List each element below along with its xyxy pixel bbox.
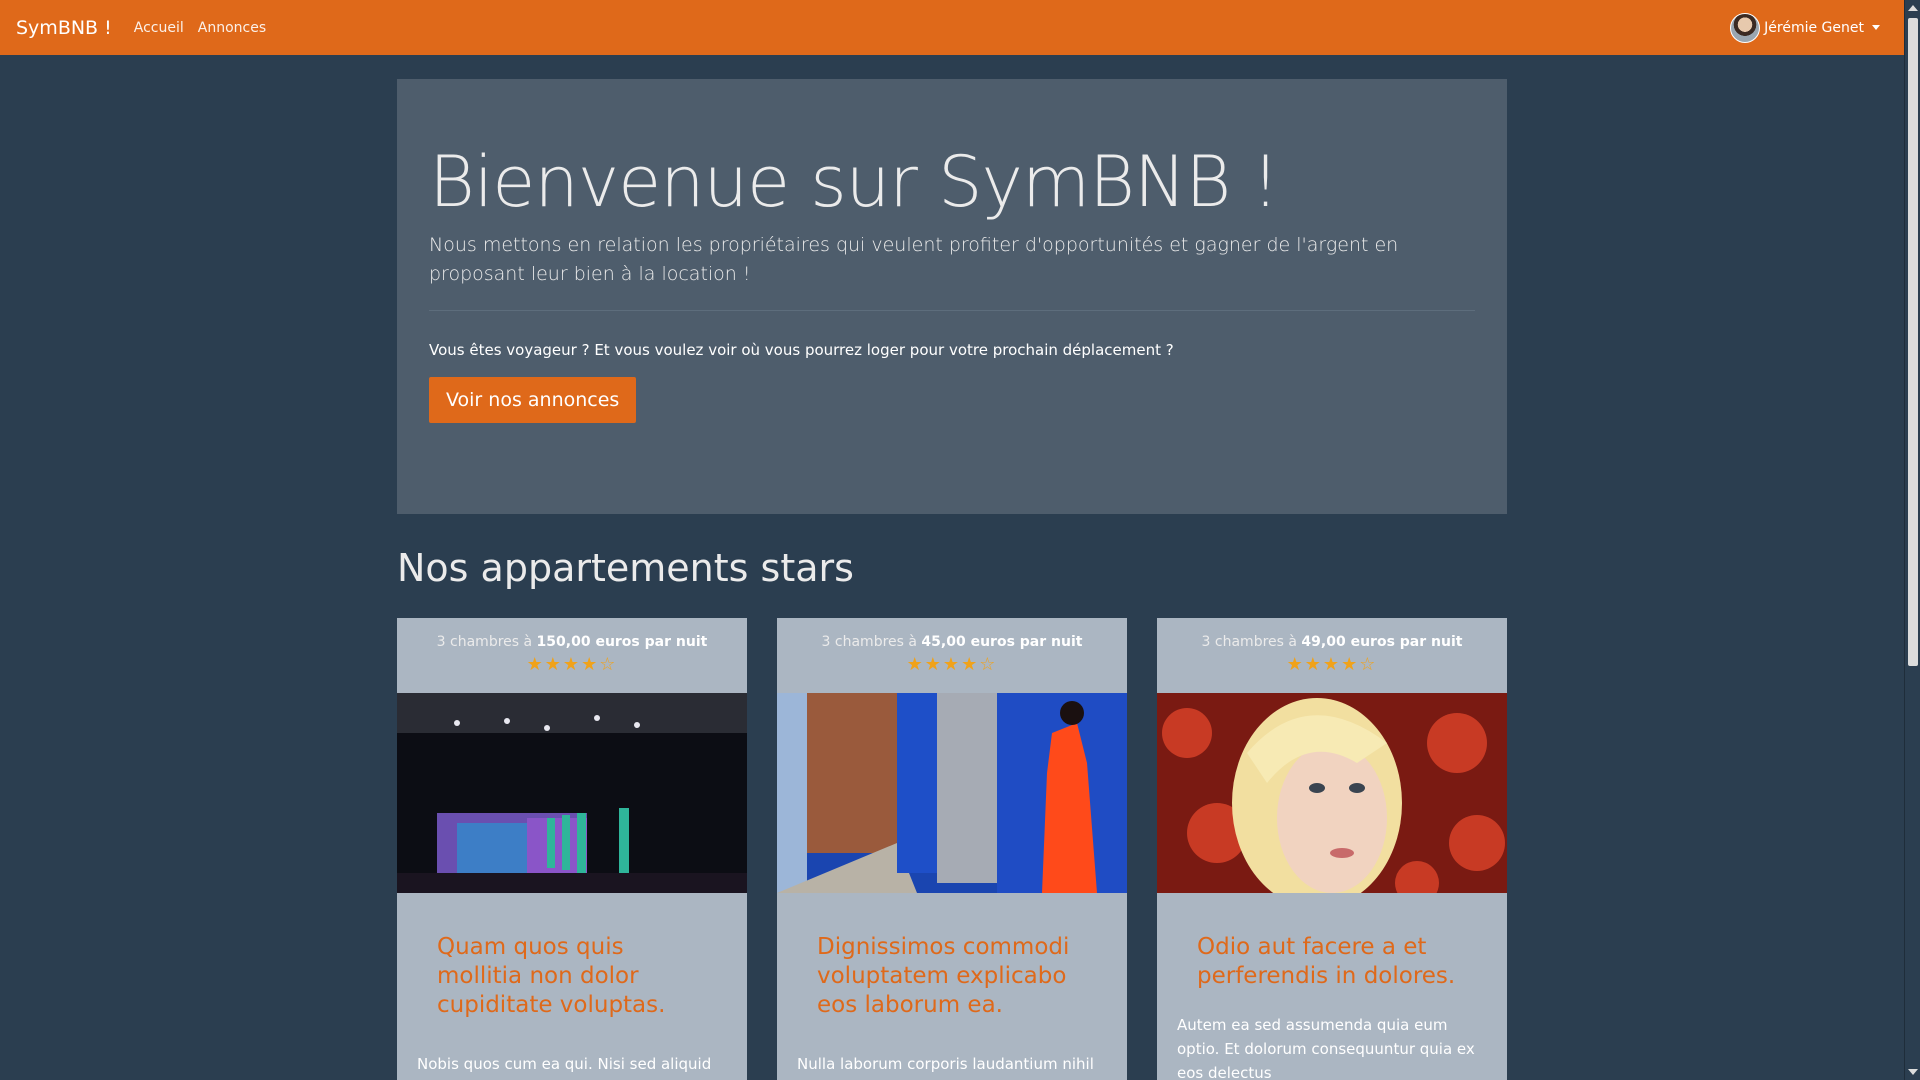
card-title[interactable]: Dignissimos commodi voluptatem explicabo…	[797, 933, 1107, 1020]
card-meta: 3 chambres à 49,00 euros par nuit	[1201, 634, 1463, 650]
card-meta: 3 chambres à 45,00 euros par nuit	[821, 634, 1083, 650]
card-header: 3 chambres à 49,00 euros par nuit ★★★★☆	[1157, 618, 1507, 693]
star-rating-icon: ★★★★☆	[906, 654, 998, 675]
jumbotron: Bienvenue sur SymBNB ! Nous mettons en r…	[397, 79, 1507, 514]
navbar: SymBNB ! Accueil Annonces Jérémie Genet	[0, 0, 1904, 55]
star-rating-icon: ★★★★☆	[526, 654, 618, 675]
ad-image[interactable]	[777, 693, 1127, 893]
card-text: Nobis quos cum ea qui. Nisi sed aliquid …	[417, 1055, 712, 1080]
card-body: Quam quos quis mollitia non dolor cupidi…	[397, 893, 747, 1080]
user-name: Jérémie Genet	[1764, 19, 1864, 36]
divider	[429, 310, 1475, 311]
ad-card[interactable]: 3 chambres à 49,00 euros par nuit ★★★★☆ …	[1157, 618, 1507, 1080]
card-price: 49,00 euros par nuit	[1301, 634, 1463, 650]
see-ads-button[interactable]: Voir nos annonces	[429, 377, 637, 423]
card-body: Odio aut facere a et perferendis in dolo…	[1157, 893, 1507, 1080]
ad-card[interactable]: 3 chambres à 45,00 euros par nuit ★★★★☆ …	[777, 618, 1127, 1080]
jumbotron-text: Vous êtes voyageur ? Et vous voulez voir…	[429, 341, 1174, 359]
nav-link-annonces[interactable]: Annonces	[198, 20, 266, 36]
card-body: Dignissimos commodi voluptatem explicabo…	[777, 893, 1127, 1076]
ad-image[interactable]	[397, 693, 747, 893]
jumbotron-lead: Nous mettons en relation les propriétair…	[429, 234, 1399, 285]
ad-card[interactable]: 3 chambres à 150,00 euros par nuit ★★★★☆…	[397, 618, 747, 1080]
card-title[interactable]: Quam quos quis mollitia non dolor cupidi…	[417, 933, 727, 1020]
ad-image[interactable]	[1157, 693, 1507, 893]
nav-link-accueil[interactable]: Accueil	[134, 20, 184, 36]
card-header: 3 chambres à 150,00 euros par nuit ★★★★☆	[397, 618, 747, 693]
scroll-up-icon[interactable]	[1908, 5, 1918, 11]
brand-link[interactable]: SymBNB !	[16, 17, 112, 39]
card-price: 45,00 euros par nuit	[921, 634, 1083, 650]
card-header: 3 chambres à 45,00 euros par nuit ★★★★☆	[777, 618, 1127, 693]
section-title: Nos appartements stars	[397, 546, 854, 590]
card-meta: 3 chambres à 150,00 euros par nuit	[436, 634, 708, 650]
page-title: Bienvenue sur SymBNB !	[429, 141, 1280, 223]
card-text: Nulla laborum corporis laudantium nihil	[797, 1055, 1094, 1073]
star-rating-icon: ★★★★☆	[1286, 654, 1378, 675]
card-price: 150,00 euros par nuit	[536, 634, 708, 650]
scroll-down-icon[interactable]	[1908, 1069, 1918, 1075]
caret-down-icon	[1872, 25, 1880, 30]
user-dropdown[interactable]: Jérémie Genet	[1730, 12, 1880, 43]
card-text: Autem ea sed assumenda quia eum optio. E…	[1177, 1016, 1475, 1080]
avatar	[1730, 12, 1761, 43]
scrollbar[interactable]	[1904, 0, 1920, 1080]
scroll-thumb[interactable]	[1908, 18, 1918, 666]
card-title[interactable]: Odio aut facere a et perferendis in dolo…	[1177, 933, 1487, 991]
